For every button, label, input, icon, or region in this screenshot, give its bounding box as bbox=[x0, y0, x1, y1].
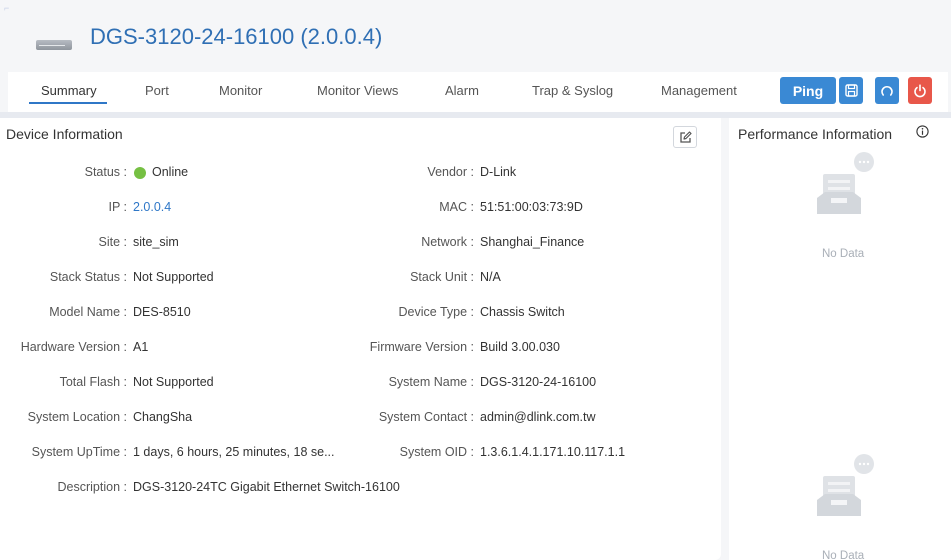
system-contact-value: admin@dlink.com.tw bbox=[480, 410, 596, 424]
info-label: Description : bbox=[57, 480, 127, 494]
info-label: System Location : bbox=[27, 410, 127, 424]
performance-information-title: Performance Information bbox=[738, 126, 893, 142]
info-row-status: Status : bbox=[0, 165, 127, 181]
info-row-vendor: Vendor : bbox=[300, 165, 474, 181]
info-row-system-contact: System Contact : bbox=[300, 410, 474, 426]
info-icon[interactable] bbox=[916, 125, 929, 138]
info-label: Stack Status : bbox=[49, 270, 127, 284]
model-name-value: DES-8510 bbox=[133, 305, 191, 319]
info-row-system-location: System Location : bbox=[0, 410, 127, 426]
info-label: System OID : bbox=[399, 445, 474, 459]
info-row-site: Site : bbox=[0, 235, 128, 251]
info-label: Status : bbox=[84, 165, 127, 179]
device-information-title: Device Information bbox=[6, 126, 123, 142]
reboot-button[interactable] bbox=[908, 77, 932, 104]
total-flash-value: Not Supported bbox=[133, 375, 214, 389]
info-row-device-type: Device Type : bbox=[300, 305, 474, 321]
save-button[interactable] bbox=[839, 77, 863, 104]
description-value: DGS-3120-24TC Gigabit Ethernet Switch-16… bbox=[133, 480, 400, 494]
site-value: site_sim bbox=[133, 235, 179, 249]
tab-bar: Summary Port Monitor Monitor Views Alarm… bbox=[8, 72, 948, 112]
power-icon bbox=[914, 83, 926, 97]
page-title: DGS-3120-24-16100 (2.0.0.4) bbox=[90, 24, 383, 49]
info-label: Site : bbox=[98, 235, 128, 249]
empty-data-illustration bbox=[817, 454, 874, 516]
info-row-description: Description : bbox=[0, 480, 127, 496]
info-label: Stack Unit : bbox=[410, 270, 474, 284]
status-online-dot bbox=[134, 167, 146, 179]
info-row-network: Network : bbox=[300, 235, 474, 251]
refresh-icon bbox=[881, 85, 893, 96]
system-oid-value: 1.3.6.1.4.1.171.10.117.1.1 bbox=[480, 445, 626, 459]
tab-monitor[interactable]: Monitor bbox=[219, 83, 262, 98]
info-label: System Contact : bbox=[378, 410, 474, 424]
info-label: Network : bbox=[421, 235, 474, 249]
system-location-value: ChangSha bbox=[133, 410, 193, 424]
network-value: Shanghai_Finance bbox=[480, 235, 585, 249]
info-row-mac: MAC : bbox=[300, 200, 474, 216]
info-row-stack-unit: Stack Unit : bbox=[300, 270, 474, 286]
info-row-system-oid: System OID : bbox=[300, 445, 474, 461]
active-tab-indicator bbox=[29, 102, 107, 104]
info-label: System Name : bbox=[388, 375, 474, 389]
stack-status-value: Not Supported bbox=[133, 270, 214, 284]
tab-monitor-views[interactable]: Monitor Views bbox=[317, 83, 398, 98]
tab-alarm[interactable]: Alarm bbox=[445, 83, 479, 98]
ip-link[interactable]: 2.0.0.4 bbox=[133, 200, 171, 214]
info-label: Hardware Version : bbox=[20, 340, 127, 354]
info-label: MAC : bbox=[439, 200, 474, 214]
refresh-button[interactable] bbox=[875, 77, 899, 104]
info-row-stack-status: Stack Status : bbox=[0, 270, 127, 286]
ping-button[interactable]: Ping bbox=[780, 77, 836, 104]
status-value: Online bbox=[152, 165, 189, 179]
save-icon bbox=[844, 84, 858, 97]
hardware-version-value: A1 bbox=[133, 340, 149, 354]
info-row-system-uptime: System UpTime : bbox=[0, 445, 127, 461]
info-label: System UpTime : bbox=[31, 445, 127, 459]
system-name-value: DGS-3120-24-16100 bbox=[480, 375, 597, 389]
info-label: Device Type : bbox=[398, 305, 474, 319]
edit-button[interactable] bbox=[673, 126, 697, 148]
info-row-ip: IP : bbox=[0, 200, 127, 216]
info-row-hardware-version: Hardware Version : bbox=[0, 340, 127, 356]
no-data-label: No Data bbox=[822, 248, 865, 260]
info-row-model-name: Model Name : bbox=[0, 305, 127, 321]
edit-icon bbox=[679, 130, 692, 143]
info-row-total-flash: Total Flash : bbox=[0, 375, 127, 391]
info-label: Model Name : bbox=[49, 305, 127, 319]
device-type-value: Chassis Switch bbox=[480, 305, 565, 319]
tab-summary[interactable]: Summary bbox=[41, 83, 97, 98]
mac-value: 51:51:00:03:73:9D bbox=[480, 200, 583, 214]
empty-data-illustration bbox=[817, 152, 874, 214]
page-header: DGS-3120-24-16100 (2.0.0.4) bbox=[0, 0, 951, 72]
info-label: Total Flash : bbox=[59, 375, 127, 389]
info-label: IP : bbox=[108, 200, 127, 214]
info-label: Firmware Version : bbox=[369, 340, 474, 354]
device-information-panel: Device Information Status : Online IP : … bbox=[0, 118, 721, 560]
tab-management[interactable]: Management bbox=[661, 83, 737, 98]
info-label: Vendor : bbox=[427, 165, 474, 179]
firmware-version-value: Build 3.00.030 bbox=[480, 340, 560, 354]
stack-unit-value: N/A bbox=[480, 270, 501, 284]
info-row-firmware-version: Firmware Version : bbox=[300, 340, 474, 356]
tab-trap-syslog[interactable]: Trap & Syslog bbox=[532, 83, 613, 98]
no-data-label: No Data bbox=[822, 550, 865, 560]
switch-device-icon bbox=[36, 40, 72, 50]
info-row-system-name: System Name : bbox=[300, 375, 474, 391]
tab-port[interactable]: Port bbox=[145, 83, 169, 98]
performance-information-panel: Performance Information No Data No Data bbox=[729, 118, 951, 560]
vendor-value: D-Link bbox=[480, 165, 517, 179]
